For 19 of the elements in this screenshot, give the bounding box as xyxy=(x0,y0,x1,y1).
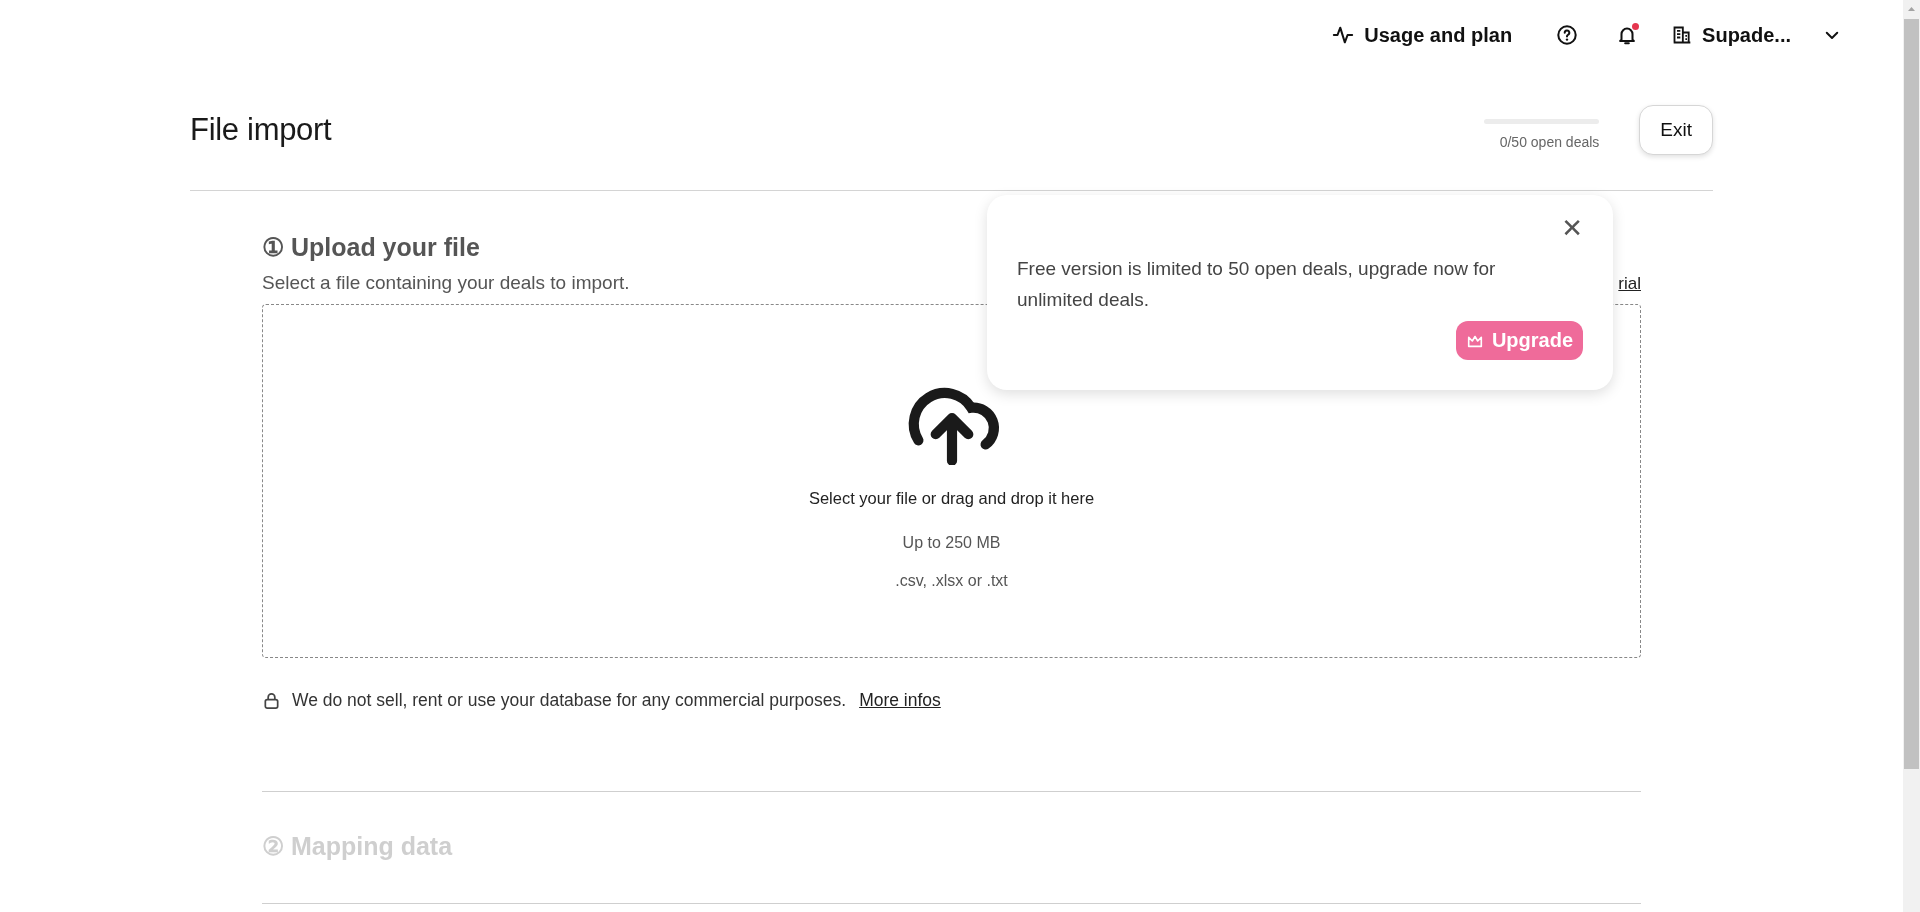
tutorial-link[interactable]: rial xyxy=(1618,274,1641,294)
activity-icon xyxy=(1332,24,1355,46)
close-button[interactable]: ✕ xyxy=(1561,213,1583,243)
page-title: File import xyxy=(190,112,333,148)
account-menu[interactable]: Supade... xyxy=(1672,23,1841,47)
lock-icon xyxy=(262,691,281,710)
help-icon xyxy=(1556,24,1579,46)
deals-count: 0/50 open deals xyxy=(1499,133,1600,150)
privacy-note: We do not sell, rent or use your database for any commercial purposes. xyxy=(292,690,847,711)
usage-and-plan-link[interactable]: Usage and plan xyxy=(1332,23,1513,47)
building-icon xyxy=(1672,25,1693,45)
step-heading: ① Upload your file xyxy=(262,233,481,262)
file-formats: .csv, .xlsx or .txt xyxy=(895,572,1008,590)
exit-button[interactable]: Exit xyxy=(1639,105,1713,155)
step-description: Select a file containing your deals to import. xyxy=(262,272,630,294)
dropzone-prompt: Select your file or drag and drop it here xyxy=(808,489,1095,508)
scrollbar[interactable] xyxy=(1903,0,1920,912)
size-limit: Up to 250 MB xyxy=(902,534,1001,552)
more-infos-link[interactable]: More infos xyxy=(859,690,941,711)
